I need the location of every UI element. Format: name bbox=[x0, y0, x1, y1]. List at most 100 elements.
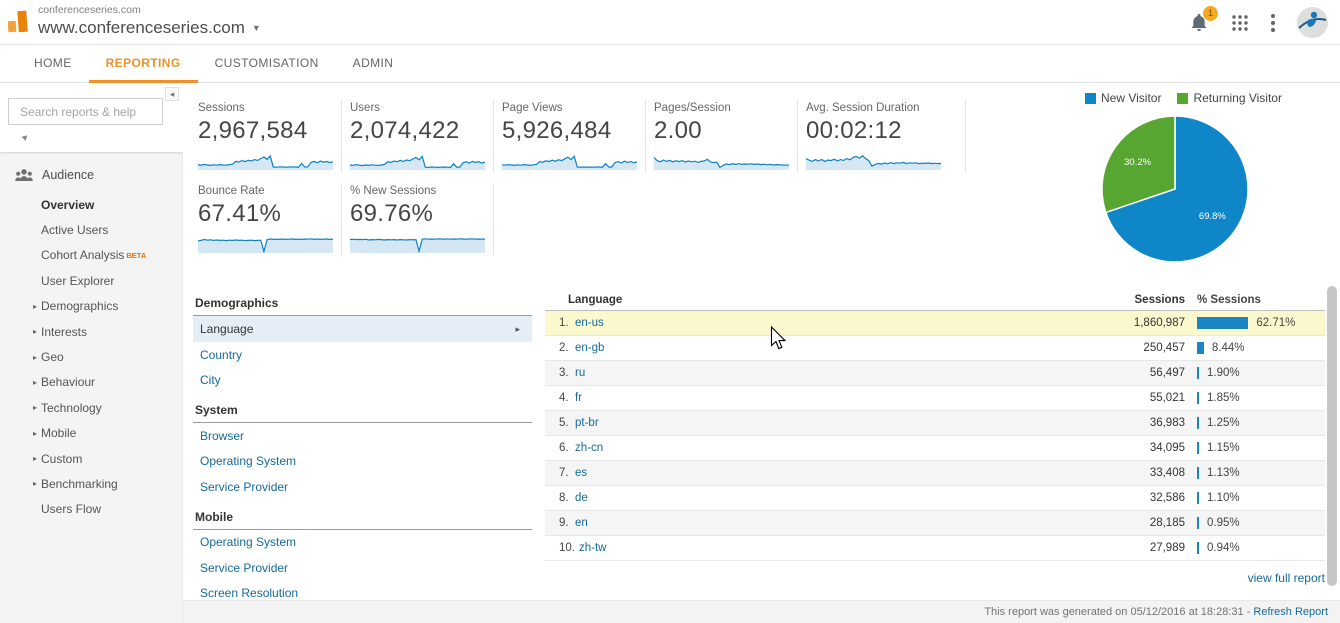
search-panel: ◂ bbox=[0, 84, 183, 152]
explorer-link-mobile-service-provider[interactable]: Service Provider bbox=[193, 555, 532, 581]
property-selector[interactable]: www.conferenceseries.com ▼ bbox=[38, 18, 261, 38]
row-rank: 3. bbox=[559, 367, 569, 379]
metric-card-pages-session: Pages/Session 2.00 bbox=[654, 100, 798, 172]
pct-label: 1.15% bbox=[1207, 442, 1240, 454]
visitor-pie-chart[interactable]: 69.8% 30.2% bbox=[1100, 114, 1250, 264]
sidebar-item-user-explorer[interactable]: User Explorer bbox=[0, 268, 182, 293]
row-rank: 5. bbox=[559, 417, 569, 429]
expand-arrow-icon: ▸ bbox=[33, 428, 38, 438]
column-header-sessions[interactable]: Sessions bbox=[1065, 294, 1186, 306]
chevron-down-icon: ▼ bbox=[251, 23, 261, 33]
language-link[interactable]: fr bbox=[575, 392, 582, 404]
apps-grid-icon[interactable] bbox=[1231, 14, 1249, 32]
sidebar-item-benchmarking[interactable]: ▸ Benchmarking bbox=[0, 471, 182, 496]
sidebar-item-mobile[interactable]: ▸ Mobile bbox=[0, 421, 182, 446]
sidebar-item-custom[interactable]: ▸ Custom bbox=[0, 446, 182, 471]
table-row-ru[interactable]: 3. ru 56,497 1.90% bbox=[545, 361, 1325, 386]
metric-value: 69.76% bbox=[350, 200, 434, 227]
sidebar-item-active-users[interactable]: Active Users bbox=[0, 217, 182, 242]
table-row-es[interactable]: 7. es 33,408 1.13% bbox=[545, 461, 1325, 486]
notifications-button[interactable]: 1 bbox=[1188, 5, 1218, 34]
sidebar-item-overview[interactable]: Overview bbox=[0, 192, 182, 217]
sidebar-item-interests[interactable]: ▸ Interests bbox=[0, 319, 182, 344]
table-row-en-gb[interactable]: 2. en-gb 250,457 8.44% bbox=[545, 336, 1325, 361]
sidebar-collapse-button[interactable]: ◂ bbox=[165, 87, 179, 101]
language-link[interactable]: zh-cn bbox=[575, 442, 603, 454]
sidebar-section-audience[interactable]: Audience bbox=[0, 163, 182, 187]
cell-sessions: 36,983 bbox=[1149, 417, 1185, 429]
sidebar-item-label: User Explorer bbox=[41, 273, 115, 288]
cell-pct-sessions: 62.71% bbox=[1185, 317, 1325, 329]
explorer-link-system-browser[interactable]: Browser bbox=[193, 423, 532, 449]
explorer-link-system-operating-system[interactable]: Operating System bbox=[193, 449, 532, 475]
metric-value: 2,967,584 bbox=[198, 117, 308, 144]
table-row-zh-tw[interactable]: 10. zh-tw 27,989 0.94% bbox=[545, 536, 1325, 561]
cell-pct-sessions: 1.15% bbox=[1185, 442, 1325, 454]
tab-customisation[interactable]: CUSTOMISATION bbox=[198, 46, 336, 83]
table-row-en[interactable]: 9. en 28,185 0.95% bbox=[545, 511, 1325, 536]
legend-item-new-visitor[interactable]: New Visitor bbox=[1085, 91, 1161, 105]
column-header-pct-sessions[interactable]: % Sessions bbox=[1185, 294, 1325, 306]
avatar[interactable] bbox=[1297, 7, 1328, 38]
sidebar-item-technology[interactable]: ▸ Technology bbox=[0, 395, 182, 420]
sidebar-item-cohort-analysis[interactable]: Cohort Analysis BETA bbox=[0, 243, 182, 268]
language-link[interactable]: zh-tw bbox=[579, 542, 606, 554]
explorer-link-mobile-operating-system[interactable]: Operating System bbox=[193, 530, 532, 556]
explorer-link-system-service-provider[interactable]: Service Provider bbox=[193, 474, 532, 500]
cell-language: 10. zh-tw bbox=[545, 542, 1065, 554]
sidebar-item-label: Geo bbox=[41, 350, 64, 365]
kebab-menu-icon[interactable] bbox=[1270, 13, 1276, 33]
sidebar-item-label: Overview bbox=[41, 197, 95, 212]
row-rank: 2. bbox=[559, 342, 569, 354]
sidebar-item-users-flow[interactable]: Users Flow bbox=[0, 497, 182, 522]
explorer-group-title-system: System bbox=[193, 400, 532, 423]
tab-home[interactable]: HOME bbox=[17, 46, 89, 83]
legend-item-returning-visitor[interactable]: Returning Visitor bbox=[1177, 91, 1282, 105]
pct-bar bbox=[1197, 392, 1199, 404]
explorer-link-demographics-country[interactable]: Country bbox=[193, 342, 532, 368]
language-link[interactable]: ru bbox=[575, 367, 585, 379]
legend-swatch-blue bbox=[1085, 92, 1096, 104]
explorer-link-demographics-city[interactable]: City bbox=[193, 368, 532, 394]
cell-language: 3. ru bbox=[545, 367, 1065, 379]
pct-bar bbox=[1197, 467, 1199, 479]
metric-label: % New Sessions bbox=[350, 185, 437, 197]
sidebar-item-label: Behaviour bbox=[41, 375, 96, 390]
language-link[interactable]: de bbox=[575, 492, 588, 504]
table-row-de[interactable]: 8. de 32,586 1.10% bbox=[545, 486, 1325, 511]
audience-icon bbox=[14, 165, 34, 185]
view-full-report-link[interactable]: view full report bbox=[545, 571, 1325, 585]
table-header-row: Language Sessions % Sessions bbox=[545, 290, 1325, 311]
metric-card-bounce-rate: Bounce Rate 67.41% bbox=[198, 183, 342, 255]
table-row-en-us[interactable]: 1. en-us 1,860,987 62.71% bbox=[545, 311, 1325, 336]
table-row-zh-cn[interactable]: 6. zh-cn 34,095 1.15% bbox=[545, 436, 1325, 461]
pct-bar bbox=[1197, 442, 1199, 454]
table-row-pt-br[interactable]: 5. pt-br 36,983 1.25% bbox=[545, 411, 1325, 436]
pct-label: 1.25% bbox=[1207, 417, 1240, 429]
language-link[interactable]: en-us bbox=[575, 317, 604, 329]
explorer-link-label: City bbox=[200, 373, 221, 388]
language-link[interactable]: pt-br bbox=[575, 417, 599, 429]
search-input[interactable] bbox=[20, 104, 175, 119]
tab-admin[interactable]: ADMIN bbox=[336, 46, 411, 83]
metric-sparkline bbox=[198, 154, 333, 170]
explorer-link-demographics-language[interactable]: Language ▸ bbox=[193, 316, 532, 342]
column-header-language[interactable]: Language bbox=[545, 294, 1065, 306]
tab-reporting[interactable]: REPORTING bbox=[88, 46, 198, 83]
cell-pct-sessions: 1.90% bbox=[1185, 367, 1325, 379]
sidebar-item-geo[interactable]: ▸ Geo bbox=[0, 344, 182, 369]
sidebar-item-demographics[interactable]: ▸ Demographics bbox=[0, 294, 182, 319]
language-link[interactable]: en-gb bbox=[575, 342, 604, 354]
sidebar-section-label: Audience bbox=[42, 168, 95, 182]
sidebar-item-label: Benchmarking bbox=[41, 476, 118, 491]
refresh-report-link[interactable]: Refresh Report bbox=[1253, 606, 1328, 618]
row-rank: 6. bbox=[559, 442, 569, 454]
sidebar-item-behaviour[interactable]: ▸ Behaviour bbox=[0, 370, 182, 395]
language-link[interactable]: es bbox=[575, 467, 587, 479]
language-link[interactable]: en bbox=[575, 517, 588, 529]
table-row-fr[interactable]: 4. fr 55,021 1.85% bbox=[545, 386, 1325, 411]
pie-slice-label: 69.8% bbox=[1199, 211, 1226, 222]
cell-pct-sessions: 0.95% bbox=[1185, 517, 1325, 529]
legend-label: Returning Visitor bbox=[1193, 91, 1282, 105]
vertical-scrollbar[interactable] bbox=[1327, 286, 1337, 586]
